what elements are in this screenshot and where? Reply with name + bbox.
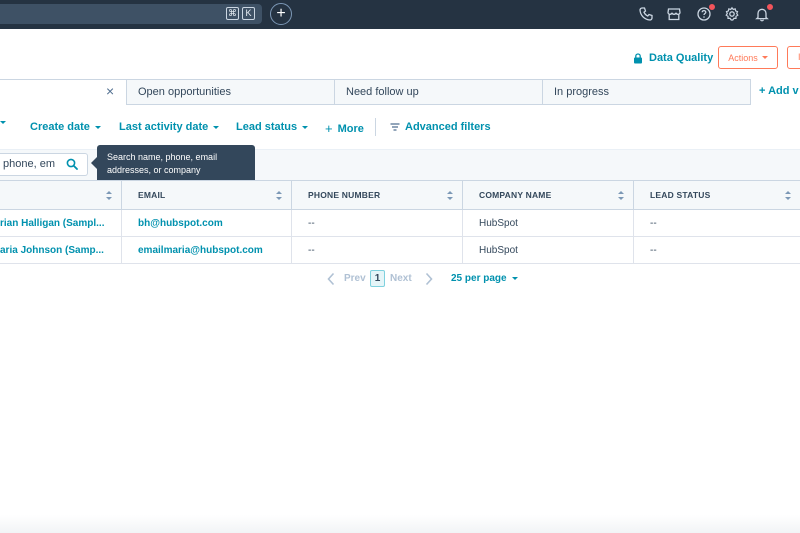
sort-icon[interactable]	[447, 191, 453, 201]
help-icon[interactable]	[696, 3, 716, 22]
lead-status-cell: --	[650, 245, 657, 256]
email-cell[interactable]: emailmaria@hubspot.com	[122, 237, 292, 264]
tooltip-line-1: Search name, phone, email	[107, 152, 218, 162]
import-button[interactable]: I	[787, 46, 800, 69]
sort-icon[interactable]	[276, 191, 282, 201]
more-filters-button[interactable]: + More	[325, 121, 364, 136]
more-label: More	[337, 122, 364, 135]
chevron-down-icon	[511, 277, 518, 280]
next-page-button[interactable]: Next	[390, 273, 412, 284]
notifications-badge	[766, 3, 774, 11]
tab-open-opportunities[interactable]: Open opportunities	[126, 79, 335, 105]
plus-icon: +	[325, 121, 333, 136]
top-nav-bar: ⌘ K +	[0, 0, 800, 29]
contact-name-link[interactable]: rian Halligan (Sampl...	[0, 210, 122, 237]
data-quality-link[interactable]: Data Quality	[633, 50, 713, 66]
search-tooltip: Search name, phone, email addresses, or …	[91, 145, 255, 184]
tab-in-progress[interactable]: In progress	[542, 79, 751, 105]
filter-label: Lead status	[236, 121, 298, 133]
filter-partial[interactable]	[0, 121, 6, 124]
sort-icon[interactable]	[618, 191, 624, 201]
chevron-down-icon	[213, 125, 220, 129]
tab-current-view[interactable]: ×	[0, 79, 127, 105]
filter-divider	[375, 118, 376, 136]
column-header-email[interactable]: EMAIL	[122, 181, 292, 210]
tab-label: In progress	[554, 86, 610, 98]
column-header-phone-number[interactable]: PHONE NUMBER	[292, 181, 463, 210]
sort-icon[interactable]	[785, 191, 791, 201]
new-tab-button[interactable]: +	[270, 3, 292, 25]
chevron-down-icon	[302, 125, 309, 129]
close-icon[interactable]: ×	[106, 84, 117, 98]
column-header-name[interactable]	[0, 181, 122, 210]
data-quality-label: Data Quality	[649, 52, 714, 64]
contact-name-link[interactable]: aria Johnson (Samp...	[0, 237, 122, 264]
per-page-label: 25 per page	[451, 273, 507, 284]
search-icon[interactable]	[66, 158, 78, 170]
tab-label: Need follow up	[346, 86, 419, 98]
filter-last-activity-date[interactable]: Last activity date	[119, 121, 220, 133]
chevron-down-icon	[761, 56, 768, 59]
lock-icon	[634, 52, 642, 63]
notifications-icon[interactable]	[754, 3, 774, 22]
chevron-down-icon	[94, 125, 101, 129]
command-key: ⌘	[226, 7, 239, 20]
chevron-left-icon[interactable]	[326, 272, 336, 286]
phone-icon[interactable]	[638, 6, 654, 22]
add-view-button[interactable]: + Add v	[759, 85, 799, 97]
table-row: aria Johnson (Samp... emailmaria@hubspot…	[0, 237, 800, 264]
k-key: K	[242, 7, 255, 20]
advanced-filters-button[interactable]: Advanced filters	[390, 121, 491, 133]
per-page-dropdown[interactable]: 25 per page	[451, 273, 518, 284]
help-badge	[708, 3, 716, 11]
advanced-filters-label: Advanced filters	[405, 121, 491, 133]
settings-icon[interactable]	[724, 6, 740, 22]
search-placeholder: phone, em	[3, 158, 55, 170]
table-row: rian Halligan (Sampl... bh@hubspot.com -…	[0, 210, 800, 237]
actions-label: Actions	[728, 52, 758, 63]
filter-lead-status[interactable]: Lead status	[236, 121, 309, 133]
prev-page-button[interactable]: Prev	[344, 273, 366, 284]
filter-create-date[interactable]: Create date	[30, 121, 101, 133]
chevron-right-icon[interactable]	[424, 272, 434, 286]
filter-lines-icon	[390, 123, 400, 131]
company-cell: HubSpot	[463, 237, 634, 264]
sort-icon[interactable]	[106, 191, 112, 201]
table-header: EMAIL PHONE NUMBER COMPANY NAME LEAD STA…	[0, 180, 800, 210]
tab-need-follow-up[interactable]: Need follow up	[334, 79, 543, 105]
filter-label: Create date	[30, 121, 90, 133]
actions-dropdown-button[interactable]: Actions	[718, 46, 778, 69]
marketplace-icon[interactable]	[666, 6, 682, 22]
phone-cell: --	[292, 237, 463, 264]
page-bottom-fade	[0, 515, 800, 533]
lead-status-cell: --	[650, 218, 657, 229]
tooltip-line-2: addresses, or company	[107, 165, 201, 175]
phone-cell: --	[292, 210, 463, 237]
column-header-lead-status[interactable]: LEAD STATUS	[634, 181, 800, 210]
tab-label: Open opportunities	[138, 86, 231, 98]
current-page-number[interactable]: 1	[370, 270, 385, 287]
email-cell[interactable]: bh@hubspot.com	[122, 210, 292, 237]
company-cell: HubSpot	[463, 210, 634, 237]
global-search-bar[interactable]: ⌘ K	[0, 4, 262, 24]
filter-label: Last activity date	[119, 121, 209, 133]
chevron-down-icon	[0, 121, 6, 124]
column-header-company-name[interactable]: COMPANY NAME	[463, 181, 634, 210]
